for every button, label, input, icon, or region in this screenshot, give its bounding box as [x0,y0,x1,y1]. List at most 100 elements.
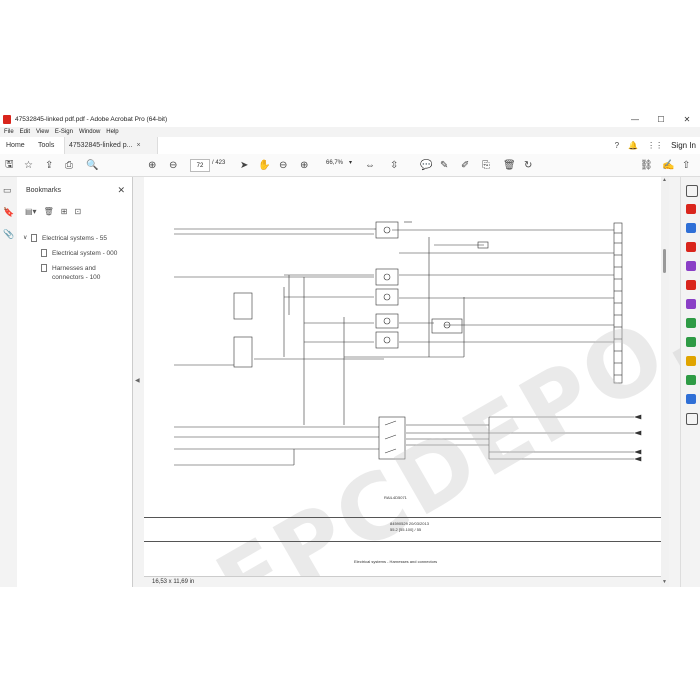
menu-edit[interactable]: Edit [20,129,30,135]
tab-home[interactable]: Home [6,137,25,154]
previous-page-icon[interactable]: ⊕ [148,158,156,172]
new-bookmark-icon[interactable]: ⊞ [61,207,68,216]
tab-tools[interactable]: Tools [38,137,54,154]
scroll-thumb[interactable] [663,249,666,273]
fill-sign-icon[interactable] [686,299,696,309]
bookmark-label-line1: Harnesses and [52,265,96,272]
close-tab-icon[interactable]: × [136,142,140,149]
bookmark-toolbar: ▤▾ 🗑 ⊞ ⊡ [25,207,88,216]
share-link-icon[interactable]: ⛓ [640,158,653,172]
delete-icon[interactable]: 🗑 [503,158,516,172]
hand-tool-icon[interactable]: ✋ [258,158,270,172]
tab-tools-label: Tools [38,142,55,149]
wiring-schematic [174,221,642,466]
bookmark-panel-icon[interactable]: 🔖 [3,207,14,218]
fit-page-icon[interactable]: ⇔ [365,158,375,172]
close-window-button[interactable]: ✕ [674,111,700,127]
next-page-icon[interactable]: ⊖ [169,158,177,172]
menu-file[interactable]: File [4,129,14,135]
tab-document-label: 47532845-linked p... [69,142,133,149]
protect-icon[interactable] [686,337,696,347]
help-icon[interactable]: ? [615,141,619,150]
rotate-icon[interactable]: ↻ [524,158,532,172]
bookmark-icon [41,249,47,257]
bookmark-label: Electrical systems - 55 [42,235,108,242]
tab-document[interactable]: 47532845-linked p... × [64,137,158,154]
bookmark-label: Electrical system - 000 [52,250,118,257]
organize-pages-icon[interactable] [686,261,696,271]
delete-bookmark-icon[interactable]: 🗑 [44,207,54,216]
star-icon[interactable]: ☆ [24,158,33,172]
zoom-search-icon[interactable]: 🔍 [86,158,98,172]
save-icon[interactable]: 🖫 [5,158,14,172]
sign-in-button[interactable]: Sign In [671,141,696,150]
upload-icon[interactable]: ⇪ [45,158,53,172]
footer-rule-top [144,517,661,518]
bookmark-icon [41,264,47,272]
combine-files-icon[interactable] [686,223,696,233]
acrobat-window: 47532845-linked pdf.pdf - Adobe Acrobat … [0,111,700,587]
menu-help[interactable]: Help [106,129,118,135]
print-production-icon[interactable] [686,375,696,385]
stamp-icon[interactable]: ⎘ [482,158,490,172]
bookmark-label: Harnesses and connectors - 100 [52,264,100,282]
bookmarks-panel: Bookmarks ✕ ▤▾ 🗑 ⊞ ⊡ ∨ Electrical system… [17,177,133,587]
zoom-in-icon[interactable]: ⊕ [300,158,308,172]
attachment-icon[interactable]: 📎 [3,229,14,240]
highlight-icon[interactable]: ✐ [461,158,469,172]
menu-window[interactable]: Window [79,129,100,135]
shield-icon[interactable] [686,394,696,404]
comment-icon[interactable]: 💬 [420,158,432,172]
notifications-icon[interactable]: 🔔 [628,141,638,150]
bookmark-electrical-systems[interactable]: ∨ Electrical systems - 55 [23,234,107,243]
comment-tool-icon[interactable] [686,356,696,366]
select-cursor-icon[interactable]: ➤ [240,158,248,172]
export-pdf-icon[interactable] [686,242,696,252]
apps-grid-icon[interactable]: ⋮⋮ [647,141,663,150]
scroll-mode-icon[interactable]: ⇳ [390,158,398,172]
page-count: / 423 [212,160,226,166]
chevron-down-icon[interactable]: ∨ [23,234,31,243]
menu-view[interactable]: View [36,129,49,135]
pages-thumbnail-icon[interactable]: ▭ [3,185,12,196]
bookmarks-title: Bookmarks [26,187,62,194]
more-tools-icon[interactable] [686,413,698,425]
create-pdf-icon[interactable] [686,204,696,214]
zoom-select[interactable]: 66,7% ▾ [326,159,352,167]
document-viewport[interactable]: EPCDEPO.COM RAIL4D5071 84590529 20/03/20… [144,159,700,587]
bookmark-electrical-system-000[interactable]: Electrical system - 000 [41,249,117,258]
tab-bar: Home Tools 47532845-linked p... × ? 🔔 ⋮⋮… [0,137,700,155]
footer-code: 84590529 20/03/2013 [390,521,429,526]
page-number-input[interactable]: 72 [190,159,210,172]
print-icon[interactable]: ⎙ [65,158,73,172]
footer-ref: 55.2 [55.100] / 55 [390,527,422,532]
minimize-button[interactable]: — [622,111,648,127]
tab-home-label: Home [6,142,25,149]
scroll-up-icon[interactable]: ▲ [662,177,667,183]
close-panel-icon[interactable]: ✕ [117,185,125,196]
zoom-value: 66,7% [326,159,344,166]
zoom-out-icon[interactable]: ⊖ [279,158,287,172]
maximize-button[interactable]: ☐ [648,111,674,127]
acrobat-icon [3,114,11,124]
edit-pdf-icon[interactable] [686,280,696,290]
menu-esign[interactable]: E-Sign [55,129,73,135]
pen-icon[interactable]: ✎ [440,158,448,172]
collapse-panel-icon[interactable]: ◀ [135,377,140,384]
vertical-scrollbar[interactable]: ▲ ▼ [661,177,669,587]
bookmark-harnesses-connectors[interactable]: Harnesses and connectors - 100 [41,264,100,282]
main-toolbar: 🖫 ☆ ⇪ ⎙ 🔍 ⊕ ⊖ 72 / 423 ➤ ✋ ⊖ ⊕ 66,7% ▾ ⇔… [0,154,700,177]
share-icon[interactable]: ⇧ [682,158,690,172]
bookmark-icon [31,234,37,242]
search-icon[interactable] [686,185,698,197]
bookmark-options-icon[interactable]: ▤▾ [25,207,37,216]
pdf-page: EPCDEPO.COM RAIL4D5071 84590529 20/03/20… [144,159,700,587]
edit-sign-icon[interactable]: ✍ [662,158,674,172]
scan-ocr-icon[interactable] [686,318,696,328]
expand-bookmark-icon[interactable]: ⊡ [74,207,81,216]
window-controls: — ☐ ✕ [622,111,700,127]
window-title: 47532845-linked pdf.pdf - Adobe Acrobat … [15,115,168,123]
scroll-down-icon[interactable]: ▼ [662,579,667,585]
right-tools-rail [680,177,700,587]
schematic-caption: RAIL4D5071 [384,495,407,500]
